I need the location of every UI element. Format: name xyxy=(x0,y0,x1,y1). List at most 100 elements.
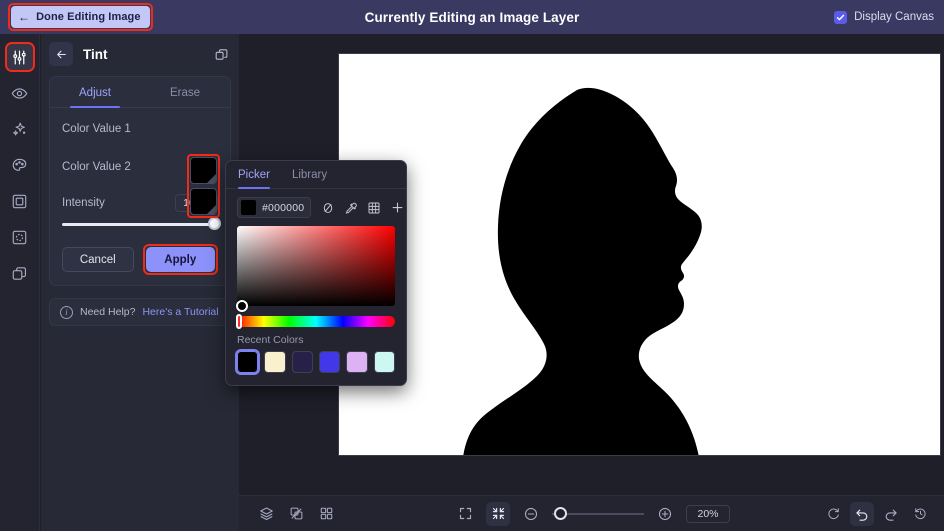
sparkles-icon xyxy=(13,122,26,135)
recent-color-4[interactable] xyxy=(346,351,368,373)
recent-color-3[interactable] xyxy=(318,351,341,373)
no-color-icon xyxy=(324,202,333,213)
display-canvas-toggle[interactable]: Display Canvas xyxy=(834,0,934,34)
fit-contract-button[interactable] xyxy=(486,501,510,526)
intensity-slider-track xyxy=(62,223,218,226)
no-color-button[interactable] xyxy=(319,199,337,217)
plus-icon xyxy=(392,202,403,213)
saturation-value-knob[interactable] xyxy=(236,300,248,312)
palette-icon xyxy=(12,158,27,171)
recent-color-2[interactable] xyxy=(291,351,313,373)
panel-back-button[interactable] xyxy=(49,42,73,66)
fit-expand-button[interactable] xyxy=(453,502,477,526)
top-bar: ← Done Editing Image Currently Editing a… xyxy=(0,0,944,34)
undo-icon xyxy=(856,509,868,521)
tab-adjust[interactable]: Adjust xyxy=(50,77,140,108)
help-banner: i Need Help? Here's a Tutorial xyxy=(49,298,231,326)
add-color-button[interactable] xyxy=(388,199,406,217)
intensity-label: Intensity xyxy=(62,197,105,209)
eyedropper-button[interactable] xyxy=(342,199,360,217)
copy-layers-icon xyxy=(215,48,228,60)
redo-button[interactable] xyxy=(879,502,903,526)
page-title: Currently Editing an Image Layer xyxy=(364,9,580,25)
tab-picker[interactable]: Picker xyxy=(238,161,270,189)
saturation-value-area[interactable] xyxy=(236,226,395,312)
zoom-slider-knob[interactable] xyxy=(554,506,567,520)
rail-item-blur[interactable] xyxy=(7,224,33,250)
zoom-level-value[interactable]: 20% xyxy=(686,504,730,523)
color-swatch-highlight xyxy=(187,154,220,218)
reset-rotate-icon xyxy=(827,508,839,519)
intensity-slider-knob[interactable] xyxy=(208,217,221,230)
zoom-in-button[interactable] xyxy=(653,502,677,526)
frame-icon xyxy=(12,194,27,208)
zoom-slider[interactable] xyxy=(552,506,644,521)
rail-item-frame[interactable] xyxy=(7,188,33,214)
blur-frame-icon xyxy=(12,230,27,244)
recent-color-5[interactable] xyxy=(373,351,395,373)
link-layers-button[interactable] xyxy=(284,502,308,526)
tab-library[interactable]: Library xyxy=(292,161,327,188)
grid-icon xyxy=(368,202,380,213)
rail-item-effects[interactable] xyxy=(7,116,33,142)
bottom-left-tools xyxy=(239,502,338,526)
fit-expand-icon xyxy=(459,507,471,520)
panel-title: Tint xyxy=(83,46,108,62)
hex-value: #000000 xyxy=(262,201,305,214)
color-value-2-label: Color Value 2 xyxy=(62,161,131,173)
hex-input[interactable]: #000000 xyxy=(237,197,312,218)
eyedropper-icon xyxy=(346,202,358,214)
grid-view-icon xyxy=(320,507,332,520)
info-icon: i xyxy=(60,305,73,319)
undo-button[interactable] xyxy=(850,501,874,526)
help-text: Need Help? xyxy=(80,306,136,318)
apply-button-highlight: Apply xyxy=(142,244,218,275)
panel-header: Tint xyxy=(41,34,239,74)
zoom-in-icon xyxy=(658,507,672,520)
zoom-out-icon xyxy=(524,507,538,520)
eye-icon xyxy=(11,87,28,99)
rail-item-visibility[interactable] xyxy=(7,80,33,106)
history-icon xyxy=(914,508,926,519)
hue-slider-knob[interactable] xyxy=(236,314,242,329)
tab-erase[interactable]: Erase xyxy=(140,77,230,107)
apply-button[interactable]: Apply xyxy=(145,247,215,272)
picker-hex-row: #000000 xyxy=(226,189,406,222)
rail-item-color[interactable] xyxy=(7,152,33,178)
zoom-out-button[interactable] xyxy=(519,502,543,526)
arrow-left-icon xyxy=(56,50,66,58)
current-color-swatch[interactable] xyxy=(241,200,256,215)
recent-color-1[interactable] xyxy=(264,351,286,373)
display-canvas-checkbox[interactable] xyxy=(834,10,848,24)
grid-view-button[interactable] xyxy=(314,502,338,526)
intensity-slider[interactable] xyxy=(50,216,230,234)
picker-tools xyxy=(319,199,406,217)
tool-rail xyxy=(0,34,40,531)
duplicate-layer-button[interactable] xyxy=(214,47,229,62)
recent-colors-label: Recent Colors xyxy=(237,334,304,346)
redo-icon xyxy=(885,509,897,521)
action-buttons: Cancel Apply xyxy=(50,234,230,275)
image-canvas[interactable] xyxy=(338,53,941,456)
color-value-2-swatch[interactable] xyxy=(190,188,217,215)
tint-tabs: Adjust Erase xyxy=(50,77,230,108)
tutorial-link[interactable]: Here's a Tutorial xyxy=(142,306,218,318)
color-value-1-row: Color Value 1 xyxy=(50,112,230,146)
history-button[interactable] xyxy=(908,502,932,526)
rail-item-duplicate[interactable] xyxy=(7,260,33,286)
recent-colors-row xyxy=(226,346,406,375)
hue-slider[interactable] xyxy=(236,314,395,329)
head-silhouette-image xyxy=(339,54,940,455)
layers-icon xyxy=(259,507,273,520)
color-value-1-swatch[interactable] xyxy=(190,157,217,184)
bottom-toolbar: 20% xyxy=(239,495,944,531)
picker-tabs: Picker Library xyxy=(226,161,406,189)
layers-copy-icon xyxy=(12,266,27,280)
layers-button[interactable] xyxy=(254,502,278,526)
cancel-button[interactable]: Cancel xyxy=(62,247,134,272)
palette-grid-button[interactable] xyxy=(365,199,383,217)
color-picker-popup[interactable]: Picker Library #000000 Recent Colors xyxy=(225,160,407,386)
recent-color-0[interactable] xyxy=(234,349,261,375)
reset-button[interactable] xyxy=(821,502,845,526)
rail-item-adjust[interactable] xyxy=(4,42,35,72)
